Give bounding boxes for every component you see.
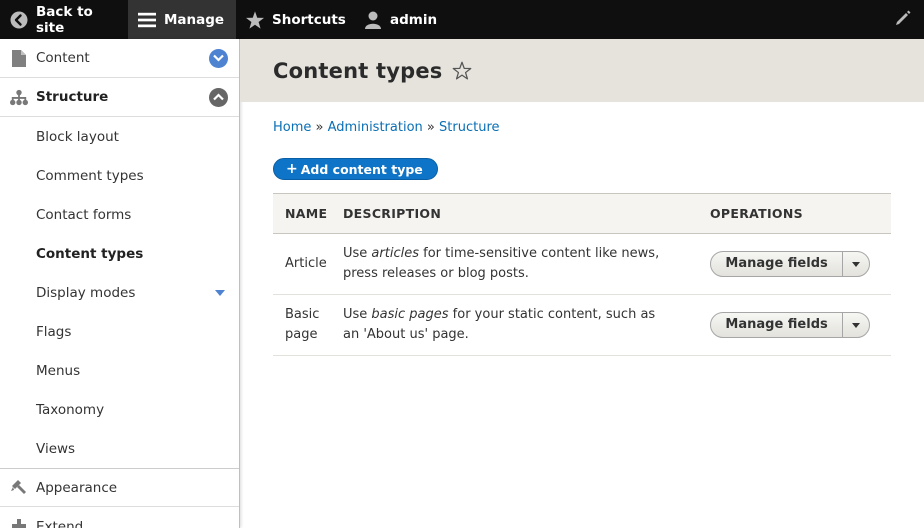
sidebar-item-block-layout[interactable]: Block layout: [0, 117, 239, 156]
sidebar-item-label: Block layout: [36, 128, 119, 145]
sidebar-item-content-types[interactable]: Content types: [0, 234, 239, 273]
content-type-description: Use articles for time-sensitive content …: [343, 244, 710, 284]
breadcrumb-separator: »: [426, 120, 435, 135]
main-content: Content types Home » Administration » St…: [240, 39, 924, 528]
caret-down-icon: [852, 322, 861, 328]
table-row: Article Use articles for time-sensitive …: [273, 234, 891, 295]
content-type-name: Basic page: [285, 307, 320, 342]
sidebar-item-label: Extend: [36, 518, 84, 528]
sidebar-item-views[interactable]: Views: [0, 429, 239, 468]
star-outline-icon[interactable]: [452, 61, 472, 81]
sidebar-item-label: Taxonomy: [36, 401, 105, 418]
puzzle-icon: [10, 518, 28, 528]
sidebar-item-comment-types[interactable]: Comment types: [0, 156, 239, 195]
star-filled-icon: [246, 10, 264, 29]
user-tab[interactable]: admin: [354, 0, 440, 39]
sidebar-item-content[interactable]: Content: [0, 39, 239, 78]
sidebar-item-label: Comment types: [36, 167, 144, 184]
sidebar-item-label: Appearance: [36, 479, 118, 496]
sidebar-item-label: Display modes: [36, 284, 136, 301]
sidebar-item-label: Contact forms: [36, 206, 132, 223]
operations-cell: Manage fields: [710, 312, 891, 338]
caret-down-icon: [852, 261, 861, 267]
breadcrumb-link-home[interactable]: Home: [273, 120, 311, 135]
sidebar-item-structure[interactable]: Structure: [0, 78, 239, 117]
chevron-up-icon: [213, 90, 224, 105]
sidebar-item-flags[interactable]: Flags: [0, 312, 239, 351]
sidebar-item-appearance[interactable]: Appearance: [0, 468, 239, 507]
paint-roller-icon: [10, 479, 28, 497]
sidebar-item-label: Flags: [36, 323, 72, 340]
table-row: Basic page Use basic pages for your stat…: [273, 295, 891, 356]
user-icon: [364, 11, 382, 29]
sidebar-item-label: Structure: [36, 89, 109, 105]
description-emphasis: basic pages: [371, 307, 449, 322]
chevron-down-icon: [213, 51, 224, 66]
operations-dropbutton: Manage fields: [710, 251, 870, 277]
edit-mode-button[interactable]: [888, 0, 918, 39]
document-icon: [10, 49, 28, 67]
content-types-table: NAME DESCRIPTION OPERATIONS Article Use …: [273, 193, 891, 356]
shortcuts-tab[interactable]: Shortcuts: [236, 0, 354, 39]
table-header: NAME DESCRIPTION OPERATIONS: [273, 193, 891, 234]
description-emphasis: articles: [371, 246, 419, 261]
operations-cell: Manage fields: [710, 251, 891, 277]
breadcrumb-separator: »: [315, 120, 324, 135]
pencil-icon: [895, 10, 911, 30]
manage-fields-button[interactable]: Manage fields: [711, 313, 844, 337]
sidebar-item-label: Views: [36, 440, 76, 457]
sidebar-item-menus[interactable]: Menus: [0, 351, 239, 390]
expand-toggle[interactable]: [209, 49, 228, 68]
sidebar-item-taxonomy[interactable]: Taxonomy: [0, 390, 239, 429]
admin-toolbar: Back to site Manage Shortcuts admin: [0, 0, 924, 39]
caret-down-icon[interactable]: [215, 290, 225, 296]
sidebar-item-display-modes[interactable]: Display modes: [0, 273, 239, 312]
manage-tab[interactable]: Manage: [128, 0, 236, 39]
description-text: Use: [343, 307, 372, 322]
manage-fields-button[interactable]: Manage fields: [711, 252, 844, 276]
add-content-type-label: Add content type: [300, 161, 423, 177]
content-type-name: Article: [285, 256, 327, 271]
column-header-description: DESCRIPTION: [343, 206, 442, 221]
breadcrumb: Home » Administration » Structure: [273, 120, 500, 135]
sidebar-item-label: Content: [36, 50, 90, 66]
sidebar-item-label: Menus: [36, 362, 81, 379]
operations-toggle[interactable]: [843, 252, 869, 276]
sidebar-item-contact-forms[interactable]: Contact forms: [0, 195, 239, 234]
breadcrumb-link-structure[interactable]: Structure: [439, 120, 499, 135]
content-type-description: Use basic pages for your static content,…: [343, 305, 710, 345]
page-header: Content types: [240, 39, 924, 102]
user-label: admin: [390, 11, 438, 28]
admin-sidebar: Content Structure Block layout Comment t…: [0, 39, 240, 528]
back-to-site-label: Back to site: [36, 3, 93, 36]
manage-label: Manage: [164, 11, 225, 28]
sidebar-item-label: Content types: [36, 245, 144, 262]
column-header-name: NAME: [285, 206, 328, 221]
shortcuts-label: Shortcuts: [272, 11, 346, 28]
back-to-site-link[interactable]: Back to site: [0, 0, 128, 39]
page-title: Content types: [273, 58, 443, 83]
operations-dropbutton: Manage fields: [710, 312, 870, 338]
collapse-toggle[interactable]: [209, 88, 228, 107]
hamburger-icon: [138, 11, 156, 29]
breadcrumb-link-administration[interactable]: Administration: [328, 120, 423, 135]
operations-toggle[interactable]: [843, 313, 869, 337]
column-header-operations: OPERATIONS: [710, 206, 803, 221]
sidebar-item-extend[interactable]: Extend: [0, 507, 239, 528]
back-arrow-icon: [10, 11, 28, 29]
plus-icon: +: [286, 161, 298, 177]
add-content-type-button[interactable]: + Add content type: [273, 158, 438, 180]
hierarchy-icon: [10, 88, 28, 106]
description-text: Use: [343, 246, 372, 261]
